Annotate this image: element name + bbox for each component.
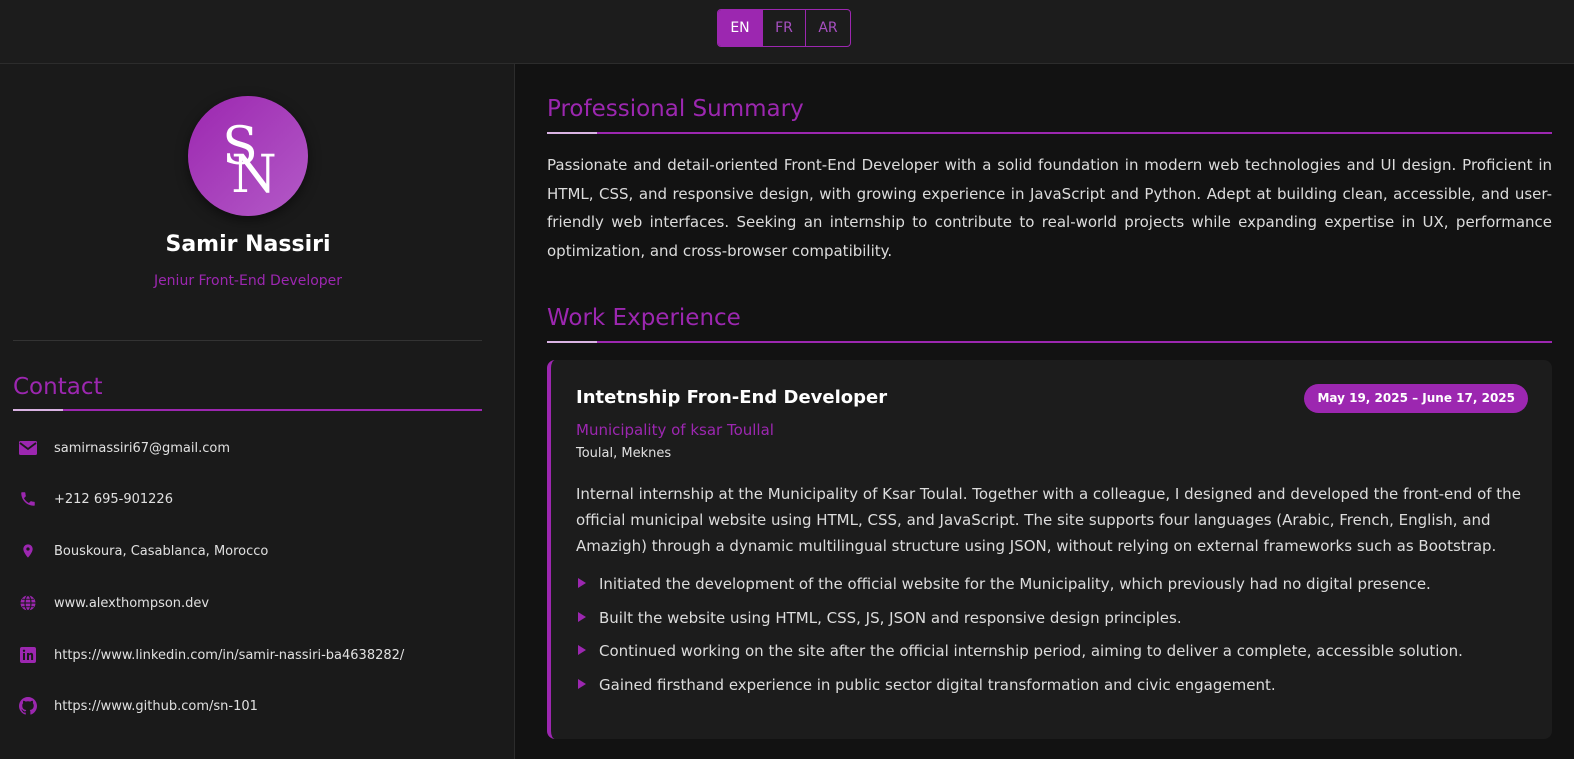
- contact-heading: Contact: [13, 374, 103, 400]
- contact-item-website[interactable]: www.alexthompson.dev: [18, 591, 209, 615]
- sidebar: S N Samir Nassiri Jeniur Front-End Devel…: [0, 64, 515, 759]
- globe-icon: [18, 593, 38, 613]
- experience-card: Intetnship Fron-End Developer May 19, 20…: [547, 360, 1552, 739]
- bullet-triangle-icon: [578, 611, 586, 622]
- language-button-fr[interactable]: FR: [762, 10, 805, 46]
- job-description: Internal internship at the Municipality …: [576, 485, 1521, 555]
- job-date-badge: May 19, 2025 – June 17, 2025: [1304, 384, 1528, 413]
- profile-name: Samir Nassiri: [165, 232, 331, 257]
- github-icon: [18, 696, 38, 716]
- bullet-triangle-icon: [578, 578, 586, 588]
- svg-text:N: N: [231, 145, 277, 205]
- professional-summary-heading: Professional Summary: [547, 96, 804, 122]
- list-item: Continued working on the site after the …: [576, 641, 1531, 675]
- contact-linkedin-text: https://www.linkedin.com/in/samir-nassir…: [54, 647, 405, 663]
- list-item: Gained firsthand experience in public se…: [576, 675, 1531, 709]
- work-experience-heading: Work Experience: [547, 305, 741, 331]
- list-item: Initiated the development of the officia…: [576, 574, 1531, 608]
- bullet-text: Continued working on the site after the …: [599, 642, 1463, 660]
- avatar: S N: [188, 96, 308, 216]
- contact-item-location: Bouskoura, Casablanca, Morocco: [18, 539, 268, 563]
- bullet-triangle-icon: [578, 645, 586, 655]
- contact-github-text: https://www.github.com/sn-101: [54, 698, 258, 714]
- list-item: Built the website using HTML, CSS, JS, J…: [576, 608, 1531, 642]
- bullet-triangle-icon: [578, 678, 586, 689]
- email-icon: [18, 438, 38, 458]
- contact-website-text: www.alexthompson.dev: [54, 595, 210, 611]
- location-pin-icon: [18, 541, 38, 561]
- bullet-text: Built the website using HTML, CSS, JS, J…: [599, 608, 1182, 627]
- language-switcher: EN FR AR: [717, 9, 851, 47]
- language-button-en[interactable]: EN: [718, 10, 762, 46]
- contact-item-email[interactable]: samirnassiri67@gmail.com: [18, 436, 230, 460]
- job-company: Municipality of ksar Toullal: [576, 421, 774, 439]
- sidebar-divider: [13, 340, 482, 341]
- contact-location-text: Bouskoura, Casablanca, Morocco: [54, 543, 269, 559]
- summary-heading-underline: [547, 132, 1552, 134]
- contact-item-github[interactable]: https://www.github.com/sn-101: [18, 694, 258, 718]
- job-title: Intetnship Fron-End Developer: [576, 387, 888, 408]
- job-location: Toulal, Meknes: [576, 446, 672, 461]
- language-button-ar[interactable]: AR: [805, 10, 850, 46]
- top-bar: EN FR AR: [0, 0, 1574, 64]
- monogram-logo-icon: S N: [222, 117, 277, 205]
- contact-email-text: samirnassiri67@gmail.com: [54, 440, 230, 456]
- contact-phone-text: +212 695-901226: [54, 491, 173, 507]
- phone-icon: [18, 489, 38, 509]
- bullet-text: Initiated the development of the officia…: [599, 575, 1431, 593]
- contact-item-linkedin[interactable]: https://www.linkedin.com/in/samir-nassir…: [18, 643, 404, 667]
- profile-role: Jeniur Front-End Developer: [153, 273, 343, 289]
- job-highlights-list: Initiated the development of the officia…: [576, 574, 1531, 708]
- linkedin-icon: [18, 645, 38, 665]
- experience-heading-underline: [547, 341, 1552, 343]
- bullet-text: Gained firsthand experience in public se…: [599, 675, 1276, 694]
- summary-text: Passionate and detail-oriented Front-End…: [547, 156, 1552, 260]
- contact-heading-underline: [13, 409, 482, 411]
- contact-item-phone[interactable]: +212 695-901226: [18, 487, 173, 511]
